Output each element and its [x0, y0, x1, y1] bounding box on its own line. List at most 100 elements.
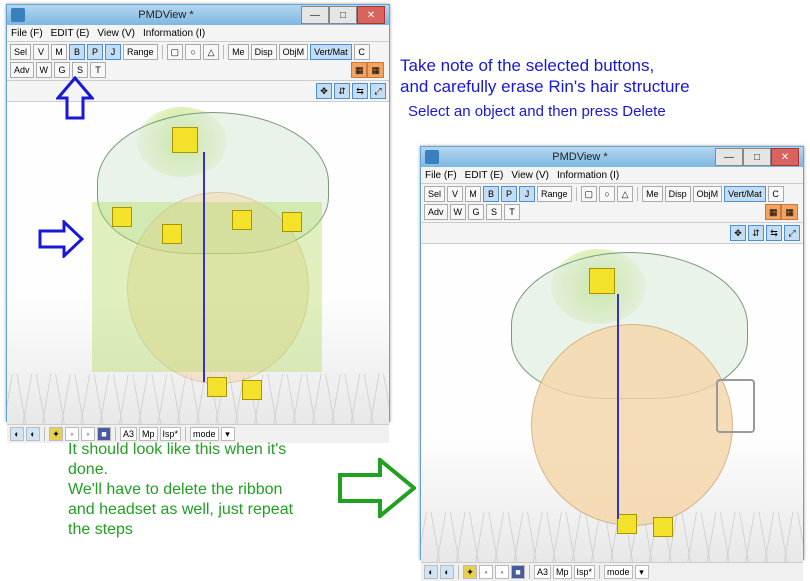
bone-node[interactable] [207, 377, 227, 397]
tb-vertmat[interactable]: Vert/Mat [724, 186, 766, 202]
tb-j[interactable]: J [519, 186, 535, 202]
tb-b[interactable]: B [483, 186, 499, 202]
sb-mode[interactable]: mode [190, 427, 219, 441]
viewport-3d[interactable] [421, 244, 803, 562]
sb-btn[interactable]: ◐ [424, 565, 438, 579]
menu-edit[interactable]: EDIT (E) [465, 170, 504, 181]
maximize-button[interactable]: □ [329, 6, 357, 24]
menu-view[interactable]: View (V) [511, 170, 549, 181]
sb-btn[interactable]: ■ [511, 565, 525, 579]
tb-t[interactable]: T [504, 204, 520, 220]
sb-mp[interactable]: Mp [139, 427, 158, 441]
tb-c[interactable]: C [354, 44, 370, 60]
tb-objm[interactable]: ObjM [693, 186, 723, 202]
tb-circle-icon[interactable]: ○ [185, 44, 201, 60]
tb-me[interactable]: Me [228, 44, 249, 60]
tb-vert-arrows-icon[interactable]: ⇵ [748, 225, 764, 241]
minimize-button[interactable]: — [715, 148, 743, 166]
sb-btn[interactable]: ◐ [440, 565, 454, 579]
sb-isp[interactable]: Isp* [574, 565, 596, 579]
viewport-3d[interactable] [7, 102, 389, 424]
minimize-button[interactable]: — [301, 6, 329, 24]
tb-circle-icon[interactable]: ○ [599, 186, 615, 202]
sb-mode[interactable]: mode [604, 565, 633, 579]
sb-a3[interactable]: A3 [120, 427, 137, 441]
tb-c[interactable]: C [768, 186, 784, 202]
tb-zoom-icon[interactable]: ⤢ [370, 83, 386, 99]
sb-btn[interactable]: ◦ [479, 565, 493, 579]
sb-isp[interactable]: Isp* [160, 427, 182, 441]
tb-box-icon[interactable]: ▢ [167, 44, 184, 60]
tb-adv[interactable]: Adv [424, 204, 448, 220]
bone-node[interactable] [172, 127, 198, 153]
menu-view[interactable]: View (V) [97, 28, 135, 39]
bone-node[interactable] [112, 207, 132, 227]
menu-edit[interactable]: EDIT (E) [51, 28, 90, 39]
tb-box-icon[interactable]: ▢ [581, 186, 598, 202]
tb-axis-icon[interactable]: ▦ [781, 204, 798, 220]
tb-s[interactable]: S [486, 204, 502, 220]
tb-range[interactable]: Range [537, 186, 572, 202]
close-button[interactable]: ✕ [357, 6, 385, 24]
sb-mp[interactable]: Mp [553, 565, 572, 579]
tb-sel[interactable]: Sel [424, 186, 445, 202]
menu-info[interactable]: Information (I) [143, 28, 205, 39]
bone-node[interactable] [617, 514, 637, 534]
tb-objm[interactable]: ObjM [279, 44, 309, 60]
tb-tri-icon[interactable]: △ [203, 44, 219, 60]
bone-node[interactable] [232, 210, 252, 230]
annot-note-line2: and carefully erase Rin's hair structure [400, 76, 690, 97]
pmdview-window-after: PMDView * — □ ✕ File (F) EDIT (E) View (… [420, 146, 804, 560]
tb-p[interactable]: P [87, 44, 103, 60]
tb-zoom-icon[interactable]: ⤢ [784, 225, 800, 241]
bone-node[interactable] [653, 517, 673, 537]
bone-node[interactable] [162, 224, 182, 244]
tb-tri-icon[interactable]: △ [617, 186, 633, 202]
tb-w[interactable]: W [450, 204, 467, 220]
tb-m[interactable]: M [51, 44, 67, 60]
tb-disp[interactable]: Disp [251, 44, 277, 60]
tb-move-icon[interactable]: ✥ [316, 83, 332, 99]
tb-sel[interactable]: Sel [10, 44, 31, 60]
tb-g[interactable]: G [468, 204, 484, 220]
tb-b[interactable]: B [69, 44, 85, 60]
tb-j[interactable]: J [105, 44, 121, 60]
sb-btn[interactable]: ✦ [49, 427, 63, 441]
menu-file[interactable]: File (F) [11, 28, 43, 39]
menu-file[interactable]: File (F) [425, 170, 457, 181]
sb-btn[interactable]: ■ [97, 427, 111, 441]
sb-btn[interactable]: ◦ [81, 427, 95, 441]
tb-move-icon[interactable]: ✥ [730, 225, 746, 241]
tb-m[interactable]: M [465, 186, 481, 202]
tb-v[interactable]: V [447, 186, 463, 202]
tb-horiz-arrows-icon[interactable]: ⇆ [352, 83, 368, 99]
tb-vert-arrows-icon[interactable]: ⇵ [334, 83, 350, 99]
maximize-button[interactable]: □ [743, 148, 771, 166]
sb-dropdown-icon[interactable]: ▾ [221, 427, 235, 441]
bone-node[interactable] [589, 268, 615, 294]
sb-btn[interactable]: ◐ [26, 427, 40, 441]
sb-btn[interactable]: ◦ [65, 427, 79, 441]
tb-grid-icon[interactable]: ▦ [765, 204, 782, 220]
close-button[interactable]: ✕ [771, 148, 799, 166]
menu-info[interactable]: Information (I) [557, 170, 619, 181]
tb-p[interactable]: P [501, 186, 517, 202]
sb-a3[interactable]: A3 [534, 565, 551, 579]
tb-axis-icon[interactable]: ▦ [367, 62, 384, 78]
tb-horiz-arrows-icon[interactable]: ⇆ [766, 225, 782, 241]
bone-node[interactable] [242, 380, 262, 400]
tb-vertmat[interactable]: Vert/Mat [310, 44, 352, 60]
tb-me[interactable]: Me [642, 186, 663, 202]
tb-disp[interactable]: Disp [665, 186, 691, 202]
sb-btn[interactable]: ◐ [10, 427, 24, 441]
sb-dropdown-icon[interactable]: ▾ [635, 565, 649, 579]
tb-grid-icon[interactable]: ▦ [351, 62, 368, 78]
sb-btn[interactable]: ✦ [463, 565, 477, 579]
tb-range[interactable]: Range [123, 44, 158, 60]
tb-v[interactable]: V [33, 44, 49, 60]
tb-w[interactable]: W [36, 62, 53, 78]
bone-node[interactable] [282, 212, 302, 232]
sb-btn[interactable]: ◦ [495, 565, 509, 579]
tb-adv[interactable]: Adv [10, 62, 34, 78]
bone-line [617, 294, 619, 519]
